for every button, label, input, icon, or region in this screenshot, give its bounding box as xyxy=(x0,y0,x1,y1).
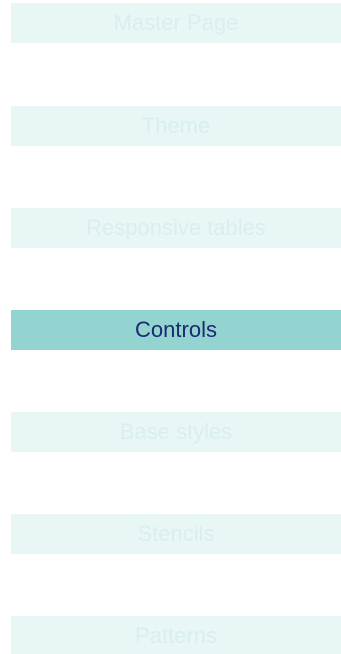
nav-item-label: Base styles xyxy=(119,419,233,444)
nav-item-master-page[interactable]: Master Page xyxy=(11,3,341,43)
nav-item-controls[interactable]: Controls xyxy=(11,310,341,350)
nav-item-responsive-tables[interactable]: Responsive tables xyxy=(11,208,341,248)
nav-item-patterns[interactable]: Patterns xyxy=(11,616,341,654)
nav-item-label: Responsive tables xyxy=(86,215,266,240)
nav-item-label: Theme xyxy=(141,113,211,138)
nav-item-label: Master Page xyxy=(113,10,239,35)
nav-menu: Master Page Theme Responsive tables Cont… xyxy=(0,0,341,654)
nav-item-label: Patterns xyxy=(135,623,217,648)
nav-item-theme[interactable]: Theme xyxy=(11,106,341,146)
nav-item-label: Controls xyxy=(135,317,217,342)
nav-item-stencils[interactable]: Stencils xyxy=(11,514,341,554)
nav-item-label: Stencils xyxy=(137,521,215,546)
nav-item-base-styles[interactable]: Base styles xyxy=(11,412,341,452)
